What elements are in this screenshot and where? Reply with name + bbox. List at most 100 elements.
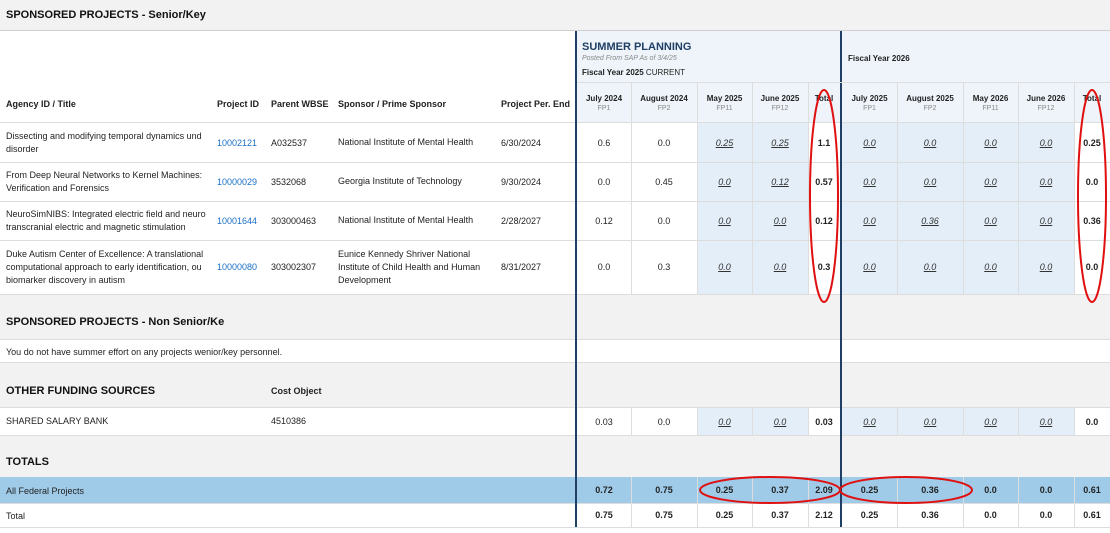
effort-input-cell[interactable]: 0.0 <box>963 201 1018 240</box>
column-divider <box>631 477 632 527</box>
effort-value-cell: 0.12 <box>595 215 613 226</box>
column-divider <box>631 83 632 294</box>
effort-value-cell: 0.6 <box>597 137 611 148</box>
row-total-cell: 0.0 <box>1085 262 1099 272</box>
project-end-date: 2/28/2027 <box>501 215 542 226</box>
effort-input-cell[interactable]: 0.0 <box>752 201 808 240</box>
sponsor: National Institute of Mental Health <box>338 214 498 227</box>
column-divider <box>897 83 898 294</box>
column-divider <box>808 408 809 435</box>
sponsor: Georgia Institute of Technology <box>338 175 498 188</box>
federal-total-cell: 0.36 <box>921 485 939 495</box>
grand-total-cell: 0.75 <box>595 510 613 520</box>
effort-input-cell[interactable]: 0.0 <box>897 240 963 294</box>
effort-input-cell[interactable]: 0.0 <box>897 162 963 201</box>
nonsenior-message: You do not have summer effort on any pro… <box>6 347 283 357</box>
effort-input-cell[interactable]: 0.0 <box>697 408 752 435</box>
effort-input-cell[interactable]: 0.0 <box>897 123 963 162</box>
row-total-cell: 0.57 <box>815 176 833 187</box>
project-title: Dissecting and modifying temporal dynami… <box>6 130 211 156</box>
month-header: May 2025 <box>706 94 743 103</box>
project-id-link[interactable]: 10002121 <box>217 138 257 148</box>
row-total-cell: 0.0 <box>1085 176 1099 187</box>
federal-row-label: All Federal Projects <box>6 486 85 496</box>
effort-input-cell[interactable]: 0.0 <box>1018 201 1074 240</box>
effort-value-cell: 0.0 <box>657 416 671 427</box>
effort-input-cell[interactable]: 0.36 <box>897 201 963 240</box>
effort-input-cell[interactable]: 0.25 <box>697 123 752 162</box>
month-header: July 2024 <box>585 94 623 103</box>
project-title: From Deep Neural Networks to Kernel Mach… <box>6 169 211 195</box>
effort-value-cell: 0.0 <box>657 215 671 226</box>
project-title: NeuroSimNIBS: Integrated electric field … <box>6 208 211 234</box>
effort-input-cell[interactable]: 0.0 <box>1018 123 1074 162</box>
project-title: Duke Autism Center of Excellence: A tran… <box>6 248 211 287</box>
col-project-id: Project ID <box>217 99 260 109</box>
effort-input-cell[interactable]: 0.0 <box>897 408 963 435</box>
effort-input-cell[interactable]: 0.0 <box>697 240 752 294</box>
parent-wbse: A032537 <box>271 137 308 148</box>
effort-input-cell[interactable]: 0.0 <box>1018 408 1074 435</box>
sponsor-line: Institute of Child Health and Human <box>338 261 481 272</box>
column-divider <box>1018 408 1019 435</box>
parent-wbse: 303000463 <box>271 215 317 226</box>
grand-total-cell: 0.0 <box>984 510 997 520</box>
period-separator <box>575 31 577 527</box>
column-divider <box>631 408 632 435</box>
effort-input-cell[interactable]: 0.0 <box>697 162 752 201</box>
posted-date: Posted From SAP As of 3/4/25 <box>582 55 677 62</box>
effort-input-cell[interactable]: 0.25 <box>752 123 808 162</box>
month-header: August 2024 <box>640 94 688 103</box>
project-id-link[interactable]: 10000029 <box>217 177 257 187</box>
project-id-link[interactable]: 10001644 <box>217 216 257 226</box>
grand-total-cell: 0.36 <box>921 510 939 520</box>
effort-input-cell[interactable]: 0.0 <box>963 162 1018 201</box>
col-sponsor: Sponsor / Prime Sponsor <box>338 99 447 109</box>
sponsor: National Institute of Mental Health <box>338 136 498 149</box>
effort-input-cell[interactable]: 0.0 <box>752 408 808 435</box>
col-parent-wbse: Parent WBSE <box>271 99 329 109</box>
effort-input-cell[interactable]: 0.0 <box>963 240 1018 294</box>
month-header: May 2026 <box>972 94 1009 103</box>
grand-total-cell: 0.25 <box>860 510 879 520</box>
effort-input-cell[interactable]: 0.12 <box>752 162 808 201</box>
federal-total-cell: 0.72 <box>595 485 613 495</box>
effort-input-cell[interactable]: 0.0 <box>963 408 1018 435</box>
grand-total-cell: 0.75 <box>655 510 673 520</box>
effort-input-cell[interactable]: 0.0 <box>842 123 897 162</box>
sponsor-line: Development <box>338 274 392 285</box>
column-divider <box>963 83 964 294</box>
effort-input-cell[interactable]: 0.0 <box>963 123 1018 162</box>
fiscal-period-label: FP12 <box>1037 105 1055 112</box>
month-header: June 2025 <box>760 94 800 103</box>
federal-total-cell: 0.61 <box>1083 485 1101 495</box>
fiscal-period-label: FP1 <box>863 105 876 112</box>
project-title-line: Verification and Forensics <box>6 182 110 193</box>
project-title-line: Dissecting and modifying temporal dynami… <box>6 130 202 141</box>
effort-input-cell[interactable]: 0.0 <box>1018 162 1074 201</box>
column-divider <box>1018 477 1019 527</box>
column-divider <box>752 83 753 294</box>
effort-input-cell[interactable]: 0.0 <box>842 240 897 294</box>
effort-value-cell: 0.03 <box>815 416 833 427</box>
project-title-line: biomarker discovery in autism <box>6 274 126 285</box>
project-title-line: From Deep Neural Networks to Kernel Mach… <box>6 169 203 180</box>
fy2025-name: Fiscal Year 2025 <box>582 68 644 77</box>
column-divider <box>808 477 809 527</box>
effort-input-cell[interactable]: 0.0 <box>842 201 897 240</box>
project-title-line: NeuroSimNIBS: Integrated electric field … <box>6 208 206 219</box>
project-id-link[interactable]: 10000080 <box>217 262 257 272</box>
row-total-cell: 0.36 <box>1083 215 1101 226</box>
column-divider <box>1074 83 1075 294</box>
column-divider <box>697 83 698 294</box>
federal-total-cell: 2.09 <box>815 485 833 495</box>
effort-input-cell[interactable]: 0.0 <box>752 240 808 294</box>
effort-input-cell[interactable]: 0.0 <box>842 162 897 201</box>
col-agency: Agency ID / Title <box>6 99 76 109</box>
column-divider <box>752 408 753 435</box>
project-title-line: Duke Autism Center of Excellence: A tran… <box>6 248 204 259</box>
fiscal-period-label: FP11 <box>716 105 733 112</box>
effort-input-cell[interactable]: 0.0 <box>842 408 897 435</box>
effort-input-cell[interactable]: 0.0 <box>1018 240 1074 294</box>
effort-input-cell[interactable]: 0.0 <box>697 201 752 240</box>
